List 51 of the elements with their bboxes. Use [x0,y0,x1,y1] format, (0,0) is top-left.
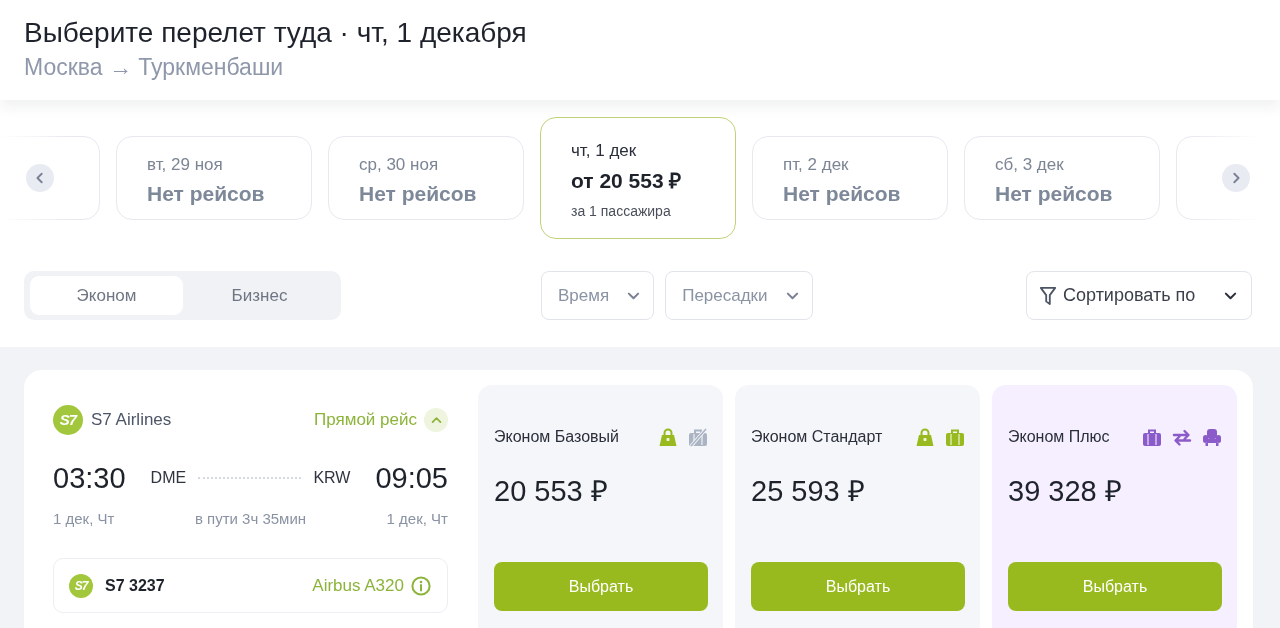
chevron-right-icon [1230,172,1242,184]
select-button[interactable]: Выбрать [494,562,708,611]
date-label: вт, 29 ноя [147,154,223,176]
date-label: ср, 30 ноя [359,154,439,176]
arrival-date: 1 дек, Чт [386,509,448,529]
date-label: чт, 1 дек [571,140,637,162]
no-flights-label: Нет рейсов [783,181,901,207]
select-button[interactable]: Выбрать [751,562,965,611]
arrival-time: 09:05 [375,461,448,496]
fare-name: Эконом Стандарт [751,427,883,447]
chevron-up-icon [430,414,442,426]
no-flights-label: Нет рейсов [995,181,1113,207]
filter-dropdown[interactable]: Время [541,271,655,320]
airline-logo: S7 [69,573,93,598]
select-button[interactable]: Выбрать [1008,562,1222,611]
fare-price: 39 328 ₽ [1008,475,1122,507]
airline-logo: S7 [53,405,83,435]
cabin-tab[interactable]: Бизнес [183,276,336,315]
price-label: от 20 553 ₽ [571,168,682,194]
fare-name: Эконом Плюс [1008,427,1110,447]
date-label: пт, 2 дек [783,154,849,176]
departure-date: 1 дек, Чт [53,509,115,529]
airline-name: S7 Airlines [91,409,172,432]
filter-dropdown[interactable]: Пересадки [665,271,813,320]
filter-icon [1039,285,1057,306]
fare-name: Эконом Базовый [494,427,619,447]
flight-duration: в пути 3ч 35мин [194,509,307,529]
fare-price: 20 553 ₽ [494,475,608,507]
direct-flight-label: Прямой рейс [314,409,417,432]
arrival-airport: KRW [313,468,351,488]
no-flights-label: Нет рейсов [147,181,265,207]
date-card[interactable]: ср, 30 ноя Нет рейсов [328,136,524,220]
no-flights-label: Нет рейсов [359,181,477,207]
departure-time: 03:30 [53,461,126,496]
date-card[interactable]: сб, 3 дек Нет рейсов [964,136,1160,220]
aircraft-label: Airbus A320 [312,574,404,597]
passenger-note: за 1 пассажира [571,202,671,221]
date-card[interactable]: пт, 2 дек Нет рейсов [752,136,948,220]
sort-dropdown[interactable]: Сортировать по [1026,271,1252,320]
collapse-button[interactable] [424,408,448,432]
info-icon[interactable] [411,575,431,596]
date-label: сб, 3 дек [995,154,1064,176]
fare-price: 25 593 ₽ [751,475,865,507]
chevron-left-icon [34,172,46,184]
page-title: Выберите перелет туда · чт, 1 декабря [24,16,527,50]
route-subtitle: Москва → Туркменбаши [24,53,284,82]
departure-airport: DME [150,468,187,488]
flight-number: S7 3237 [105,575,165,596]
date-card[interactable]: чт, 1 дек от 20 553 ₽ за 1 пассажира [540,117,736,239]
date-card[interactable]: вт, 29 ноя Нет рейсов [116,136,312,220]
cabin-tab[interactable]: Эконом [30,276,183,315]
